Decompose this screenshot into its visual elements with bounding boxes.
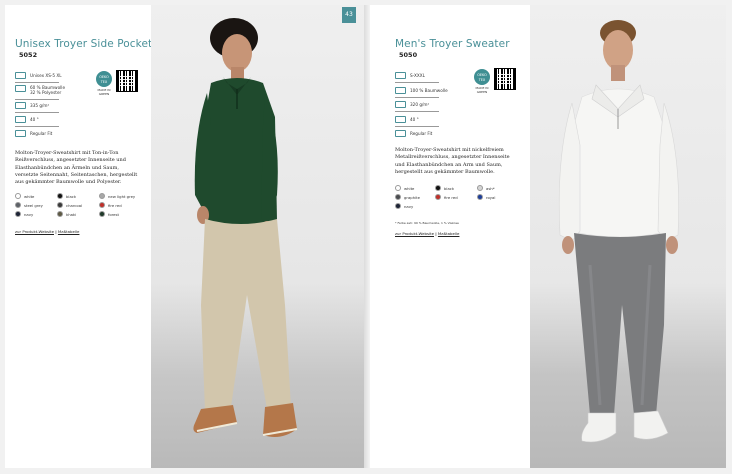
size-chart-link[interactable]: Maßtabelle [58, 229, 80, 234]
weight-icon [15, 102, 26, 109]
wash-icon [395, 116, 406, 123]
divider [15, 82, 59, 83]
product-links: zur Produkt-Website | Maßtabelle [15, 229, 80, 234]
divider [395, 97, 439, 98]
product-info-right: Men's Troyer Sweater 5050 S-XXXL 100 % B… [370, 5, 530, 468]
qr-code[interactable] [494, 68, 516, 90]
size-icon [395, 72, 406, 79]
swatch-black: black [435, 185, 454, 191]
catalog-spread: Unisex Troyer Side Pocket 5052 Unisex XS… [0, 0, 732, 474]
catalog-page-right: 44 Men's Troyer Sweater 5050 S-XXXL 100 … [370, 5, 726, 468]
fabric-footnote: * Farbe ash: 99 % Baumwolle, 1 % Viskose [395, 221, 459, 225]
spec-fit: Regular Fit [395, 130, 432, 137]
spec-material: 100 % Baumwolle [395, 87, 448, 94]
color-swatches: white black ash* graphite fire red royal… [395, 185, 520, 215]
divider [15, 126, 59, 127]
product-title: Men's Troyer Sweater [395, 38, 510, 50]
spec-wash: 40 ° [15, 116, 39, 123]
spec-material: 60 % Baumwolle 32 % Polyester [15, 85, 66, 95]
made-in-green-label: MADE IN GREEN [97, 88, 111, 96]
product-info-left: Unisex Troyer Side Pocket 5052 Unisex XS… [5, 5, 153, 468]
weight-icon [395, 101, 406, 108]
catalog-page-left: Unisex Troyer Side Pocket 5052 Unisex XS… [5, 5, 364, 468]
divider [395, 126, 439, 127]
spec-wash: 40 ° [395, 116, 419, 123]
divider [15, 112, 59, 113]
spec-weight: 335 g/m² [15, 102, 49, 109]
model-illustration [558, 20, 680, 443]
shirt-icon [15, 130, 26, 137]
wash-icon [15, 116, 26, 123]
size-chart-link[interactable]: Maßtabelle [438, 231, 460, 236]
swatch-navy: navy [15, 211, 33, 217]
product-title: Unisex Troyer Side Pocket [15, 38, 153, 50]
swatch-graphite: graphite [395, 194, 420, 200]
swatch-forest: forest [99, 211, 119, 217]
divider [395, 111, 439, 112]
page-number: 43 [342, 7, 356, 23]
spec-weight: 320 g/m² [395, 101, 429, 108]
swatch-white: white [395, 185, 414, 191]
fabric-icon [395, 87, 406, 94]
swatch-fire-red: fire red [99, 202, 122, 208]
divider [395, 82, 439, 83]
size-icon [15, 72, 26, 79]
product-code: 5052 [19, 51, 38, 59]
product-description: Molton-Troyer-Sweatshirt mit nickelfreie… [395, 147, 510, 175]
spec-fit: Regular Fit [15, 130, 52, 137]
product-website-link[interactable]: zur Produkt-Website [395, 231, 434, 236]
product-code: 5050 [399, 51, 418, 59]
swatch-khaki: khaki [57, 211, 76, 217]
made-in-green-label: MADE IN GREEN [475, 86, 489, 94]
swatch-steel-grey: steel grey [15, 202, 43, 208]
swatch-fire-red: fire red [435, 194, 458, 200]
divider [15, 99, 59, 100]
swatch-ash: ash* [477, 185, 495, 191]
swatch-white: white [15, 193, 34, 199]
oeko-tex-badge: OEKO TEX [96, 71, 112, 87]
model-photo-left [151, 5, 364, 468]
swatch-new-light-grey: new light grey [99, 193, 135, 199]
model-illustration [193, 18, 298, 437]
product-description: Molton-Troyer-Sweatshirt mit Ton-in-Ton … [15, 150, 138, 186]
swatch-navy: navy [395, 203, 413, 209]
swatch-black: black [57, 193, 76, 199]
model-photo-right [530, 5, 726, 468]
qr-code[interactable] [116, 70, 138, 92]
spec-sizes: Unisex XS-5 XL [15, 72, 62, 79]
swatch-royal: royal [477, 194, 495, 200]
spec-sizes: S-XXXL [395, 72, 425, 79]
product-links: zur Produkt-Website | Maßtabelle [395, 231, 460, 236]
oeko-tex-badge: OEKO TEX [474, 69, 490, 85]
fabric-icon [15, 85, 26, 92]
swatch-charcoal: charcoal [57, 202, 82, 208]
color-swatches: white black new light grey steel grey ch… [15, 193, 150, 223]
shirt-icon [395, 130, 406, 137]
product-website-link[interactable]: zur Produkt-Website [15, 229, 54, 234]
